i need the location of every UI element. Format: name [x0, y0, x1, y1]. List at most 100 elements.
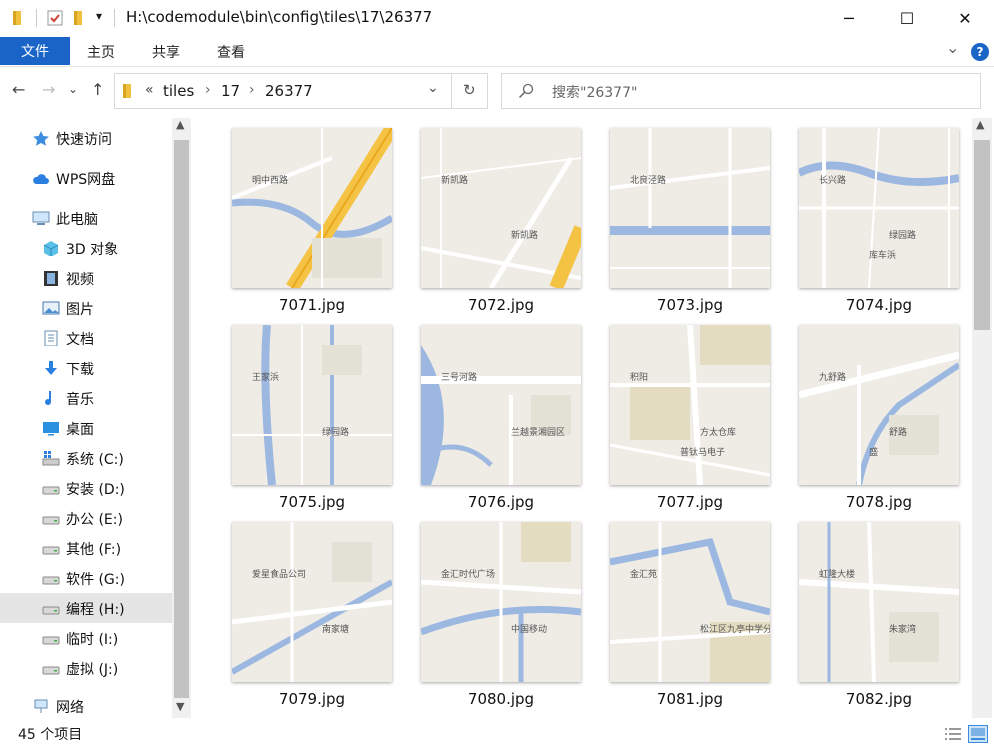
file-tile[interactable]: 三号河路 兰越景湘园区 7076.jpg: [413, 315, 581, 511]
sidebar-item-11[interactable]: 安装 (D:): [0, 473, 172, 503]
map-label: 金汇苑: [630, 568, 657, 580]
address-bar[interactable]: « tiles › 17 › 26377 ⌄ ↻: [114, 73, 488, 109]
file-name: 7082.jpg: [845, 690, 913, 708]
breadcrumb-separator[interactable]: ›: [205, 82, 211, 98]
sidebar-item-7[interactable]: 下载: [0, 353, 172, 383]
breadcrumb-17[interactable]: 17: [221, 82, 240, 100]
sidebar-item-15[interactable]: 编程 (H:): [0, 593, 172, 623]
sidebar-item-13[interactable]: 其他 (F:): [0, 533, 172, 563]
file-name: 7074.jpg: [845, 296, 913, 314]
map-label: 绿园路: [889, 229, 916, 241]
map-label: 新凯路: [441, 174, 468, 186]
quick-access-toolbar-dropdown[interactable]: ▾: [96, 9, 102, 23]
map-label: 盛: [869, 446, 878, 458]
search-box[interactable]: 搜索"26377": [501, 73, 981, 109]
sidebar-item-4[interactable]: 视频: [0, 263, 172, 293]
file-list: 明中西路 7071.jpg 新凯路 新凯路 7072.jpg 北良泾路 7073.jpg 长兴…: [192, 118, 972, 718]
sidebar-item-label: 图片: [66, 302, 94, 318]
drive-icon: [42, 666, 60, 675]
map-thumbnail[interactable]: 九舒路 舒路盛: [799, 325, 959, 485]
up-button[interactable]: ↑: [91, 80, 104, 99]
new-folder-icon[interactable]: [70, 9, 88, 27]
map-thumbnail[interactable]: 三号河路 兰越景湘园区: [421, 325, 581, 485]
breadcrumb-tiles[interactable]: tiles: [163, 82, 194, 100]
file-name: 7073.jpg: [656, 296, 724, 314]
map-label: 兰越景湘园区: [511, 426, 565, 438]
sidebar-item-16[interactable]: 临时 (I:): [0, 623, 172, 653]
map-label: 库车浜: [869, 249, 896, 261]
tab-view[interactable]: 查看: [217, 42, 245, 62]
sidebar-item-12[interactable]: 办公 (E:): [0, 503, 172, 533]
map-thumbnail[interactable]: 虹隆大楼 朱家湾: [799, 522, 959, 682]
file-tile[interactable]: 明中西路 7071.jpg: [224, 118, 392, 314]
map-thumbnail[interactable]: 新凯路 新凯路: [421, 128, 581, 288]
map-thumbnail[interactable]: 爱星食品公司 南家塘: [232, 522, 392, 682]
search-input[interactable]: 搜索"26377": [552, 82, 637, 102]
sidebar-item-label: 音乐: [66, 392, 94, 408]
sidebar-item-label: 临时 (I:): [66, 632, 119, 648]
map-thumbnail[interactable]: 王家浜 绿园路: [232, 325, 392, 485]
sidebar-item-3[interactable]: 3D 对象: [0, 233, 172, 263]
forward-button[interactable]: →: [42, 80, 55, 99]
details-view-icon[interactable]: [944, 727, 962, 741]
sidebar-item-18[interactable]: 网络: [0, 691, 172, 718]
scroll-up-button[interactable]: ▲: [176, 118, 184, 131]
tab-share[interactable]: 共享: [152, 42, 180, 62]
scroll-up-button[interactable]: ▲: [976, 118, 984, 131]
sidebar-item-9[interactable]: 桌面: [0, 413, 172, 443]
sidebar-item-1[interactable]: WPS网盘: [0, 163, 172, 193]
close-button[interactable]: ✕: [936, 0, 994, 36]
file-tile[interactable]: 长兴路 绿园路 库车浜 7074.jpg: [791, 118, 959, 314]
file-list-scrollbar[interactable]: ▲: [972, 118, 992, 718]
sidebar-item-14[interactable]: 软件 (G:): [0, 563, 172, 593]
file-tile[interactable]: 北良泾路 7073.jpg: [602, 118, 770, 314]
overflow-crumb[interactable]: «: [145, 82, 154, 98]
map-thumbnail[interactable]: 积阳 方太仓库 普钛马电子: [610, 325, 770, 485]
sidebar-item-10[interactable]: 系统 (C:): [0, 443, 172, 473]
breadcrumb-separator[interactable]: ›: [249, 82, 255, 98]
tab-file[interactable]: 文件: [0, 37, 70, 65]
map-thumbnail[interactable]: 北良泾路: [610, 128, 770, 288]
sidebar-item-5[interactable]: 图片: [0, 293, 172, 323]
map-thumbnail[interactable]: 金汇苑松江区九亭中学分校: [610, 522, 770, 682]
maximize-button[interactable]: ☐: [878, 0, 936, 36]
file-tile[interactable]: 虹隆大楼 朱家湾 7082.jpg: [791, 512, 959, 708]
scroll-thumb[interactable]: [974, 140, 990, 330]
cube-icon: [43, 241, 59, 256]
sidebar-item-label: 软件 (G:): [66, 572, 125, 588]
music-icon: [45, 391, 52, 406]
file-tile[interactable]: 新凯路 新凯路 7072.jpg: [413, 118, 581, 314]
sidebar-item-label: 3D 对象: [66, 242, 119, 258]
item-count: 45 个项目: [18, 727, 83, 743]
sidebar-item-8[interactable]: 音乐: [0, 383, 172, 413]
tab-home[interactable]: 主页: [87, 42, 115, 62]
sidebar-item-17[interactable]: 虚拟 (J:): [0, 653, 172, 683]
file-name: 7076.jpg: [467, 493, 535, 511]
sidebar-item-0[interactable]: 快速访问: [0, 123, 172, 153]
sidebar-item-2[interactable]: 此电脑: [0, 203, 172, 233]
expand-ribbon-button[interactable]: ⌄: [946, 38, 959, 57]
address-dropdown-button[interactable]: ⌄: [427, 80, 439, 96]
navigation-scrollbar[interactable]: ▲ ▼: [172, 118, 191, 718]
file-tile[interactable]: 爱星食品公司 南家塘 7079.jpg: [224, 512, 392, 708]
refresh-button[interactable]: ↻: [463, 81, 476, 99]
sidebar-item-6[interactable]: 文档: [0, 323, 172, 353]
map-thumbnail[interactable]: 金汇时代广场 中国移动: [421, 522, 581, 682]
recent-locations-button[interactable]: ⌄: [68, 82, 78, 96]
back-button[interactable]: ←: [12, 80, 25, 99]
map-thumbnail[interactable]: 长兴路 绿园路 库车浜: [799, 128, 959, 288]
properties-icon[interactable]: [46, 9, 64, 27]
star-icon: [33, 131, 49, 146]
file-tile[interactable]: 积阳 方太仓库 普钛马电子 7077.jpg: [602, 315, 770, 511]
map-thumbnail[interactable]: 明中西路: [232, 128, 392, 288]
file-tile[interactable]: 九舒路 舒路盛 7078.jpg: [791, 315, 959, 511]
help-button[interactable]: ?: [971, 43, 989, 61]
large-icons-view-icon[interactable]: [968, 725, 988, 743]
breadcrumb-26377[interactable]: 26377: [265, 82, 313, 100]
scroll-thumb[interactable]: [174, 140, 189, 698]
scroll-down-button[interactable]: ▼: [176, 700, 184, 713]
minimize-button[interactable]: ─: [820, 0, 878, 36]
file-tile[interactable]: 金汇时代广场 中国移动 7080.jpg: [413, 512, 581, 708]
file-tile[interactable]: 金汇苑松江区九亭中学分校 7081.jpg: [602, 512, 770, 708]
file-tile[interactable]: 王家浜 绿园路 7075.jpg: [224, 315, 392, 511]
